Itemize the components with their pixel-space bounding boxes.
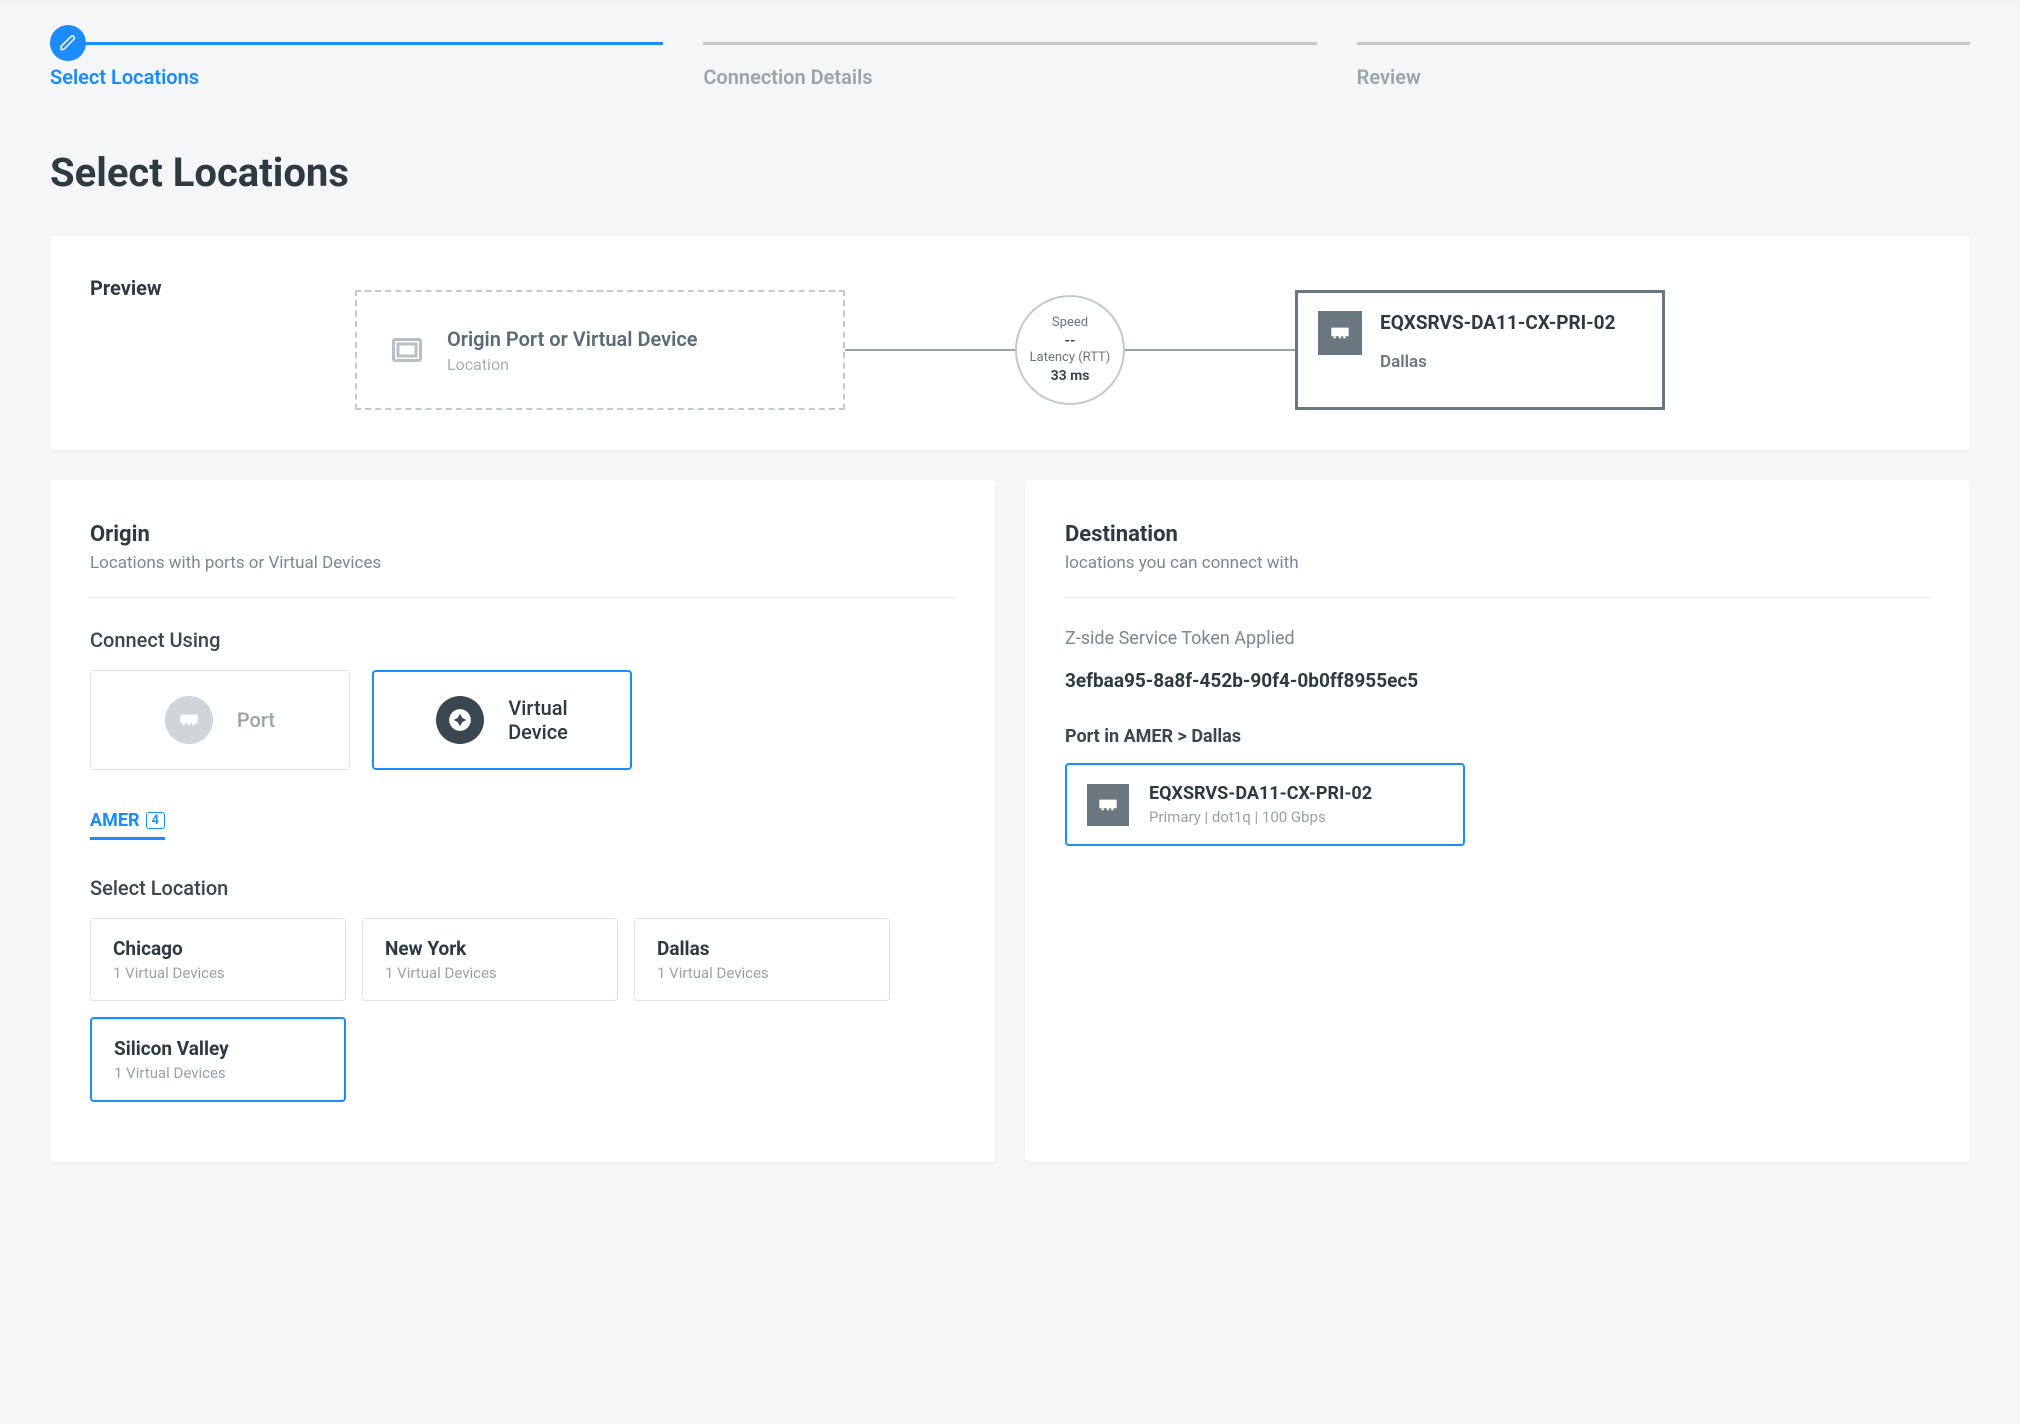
latency-label: Latency (RTT) <box>1030 350 1111 367</box>
destination-panel: Destination locations you can connect wi… <box>1025 480 1970 1162</box>
step-label: Review <box>1357 65 1970 89</box>
origin-placeholder-sub: Location <box>447 355 698 374</box>
port-sub: Primary | dot1q | 100 Gbps <box>1149 808 1372 826</box>
latency-badge: Speed -- Latency (RTT) 33 ms <box>1015 295 1125 405</box>
stepper: Select Locations Connection Details Revi… <box>0 0 2020 89</box>
origin-placeholder-box: Origin Port or Virtual Device Location <box>355 290 845 410</box>
speed-label: Speed <box>1052 315 1088 332</box>
step-review[interactable]: Review <box>1357 42 1970 89</box>
location-sub: 1 Virtual Devices <box>385 964 595 982</box>
destination-location: Dallas <box>1380 352 1615 372</box>
speed-value: -- <box>1064 332 1075 350</box>
location-name: Silicon Valley <box>114 1037 322 1060</box>
token-label: Z-side Service Token Applied <box>1065 628 1930 649</box>
region-tab-label: AMER <box>90 810 140 831</box>
destination-name: EQXSRVS-DA11-CX-PRI-02 <box>1380 311 1615 334</box>
latency-value: 33 ms <box>1051 367 1090 385</box>
location-name: Dallas <box>657 937 867 960</box>
port-name: EQXSRVS-DA11-CX-PRI-02 <box>1149 783 1372 804</box>
destination-port-card[interactable]: EQXSRVS-DA11-CX-PRI-02 Primary | dot1q |… <box>1065 763 1465 846</box>
location-name: New York <box>385 937 595 960</box>
step-label: Select Locations <box>50 65 663 89</box>
option-label: VirtualDevice <box>508 696 568 744</box>
destination-box: EQXSRVS-DA11-CX-PRI-02 Dallas <box>1295 290 1665 410</box>
step-label: Connection Details <box>703 65 1316 89</box>
location-sub: 1 Virtual Devices <box>113 964 323 982</box>
region-tab-amer[interactable]: AMER 4 <box>90 810 165 840</box>
option-label: Port <box>237 708 275 732</box>
ethernet-port-icon <box>1087 784 1129 826</box>
region-count-badge: 4 <box>146 812 165 829</box>
preview-card: Preview Origin Port or Virtual Device Lo… <box>50 236 1970 450</box>
virtual-device-icon <box>436 696 484 744</box>
port-path: Port in AMER > Dallas <box>1065 726 1930 747</box>
destination-subtitle: locations you can connect with <box>1065 553 1930 573</box>
origin-placeholder-title: Origin Port or Virtual Device <box>447 327 698 351</box>
location-card-silicon-valley[interactable]: Silicon Valley 1 Virtual Devices <box>90 1017 346 1102</box>
select-location-label: Select Location <box>90 876 955 900</box>
location-sub: 1 Virtual Devices <box>114 1064 322 1082</box>
browser-window-icon <box>387 330 427 370</box>
origin-subtitle: Locations with ports or Virtual Devices <box>90 553 955 573</box>
location-card-new-york[interactable]: New York 1 Virtual Devices <box>362 918 618 1001</box>
location-card-chicago[interactable]: Chicago 1 Virtual Devices <box>90 918 346 1001</box>
location-card-dallas[interactable]: Dallas 1 Virtual Devices <box>634 918 890 1001</box>
connection-line <box>1125 349 1295 351</box>
step-connection-details[interactable]: Connection Details <box>703 42 1316 89</box>
connect-option-virtual-device[interactable]: VirtualDevice <box>372 670 632 770</box>
connect-using-label: Connect Using <box>90 628 955 652</box>
location-name: Chicago <box>113 937 323 960</box>
location-sub: 1 Virtual Devices <box>657 964 867 982</box>
ethernet-port-icon <box>1318 311 1362 355</box>
token-value: 3efbaa95-8a8f-452b-90f4-0b0ff8955ec5 <box>1065 669 1930 692</box>
origin-panel: Origin Locations with ports or Virtual D… <box>50 480 995 1162</box>
connection-line <box>845 349 1015 351</box>
ethernet-port-icon <box>165 696 213 744</box>
pencil-icon <box>50 25 86 61</box>
page-title: Select Locations <box>0 89 2020 236</box>
origin-title: Origin <box>90 522 955 547</box>
connect-option-port[interactable]: Port <box>90 670 350 770</box>
step-select-locations[interactable]: Select Locations <box>50 42 663 89</box>
destination-title: Destination <box>1065 522 1930 547</box>
